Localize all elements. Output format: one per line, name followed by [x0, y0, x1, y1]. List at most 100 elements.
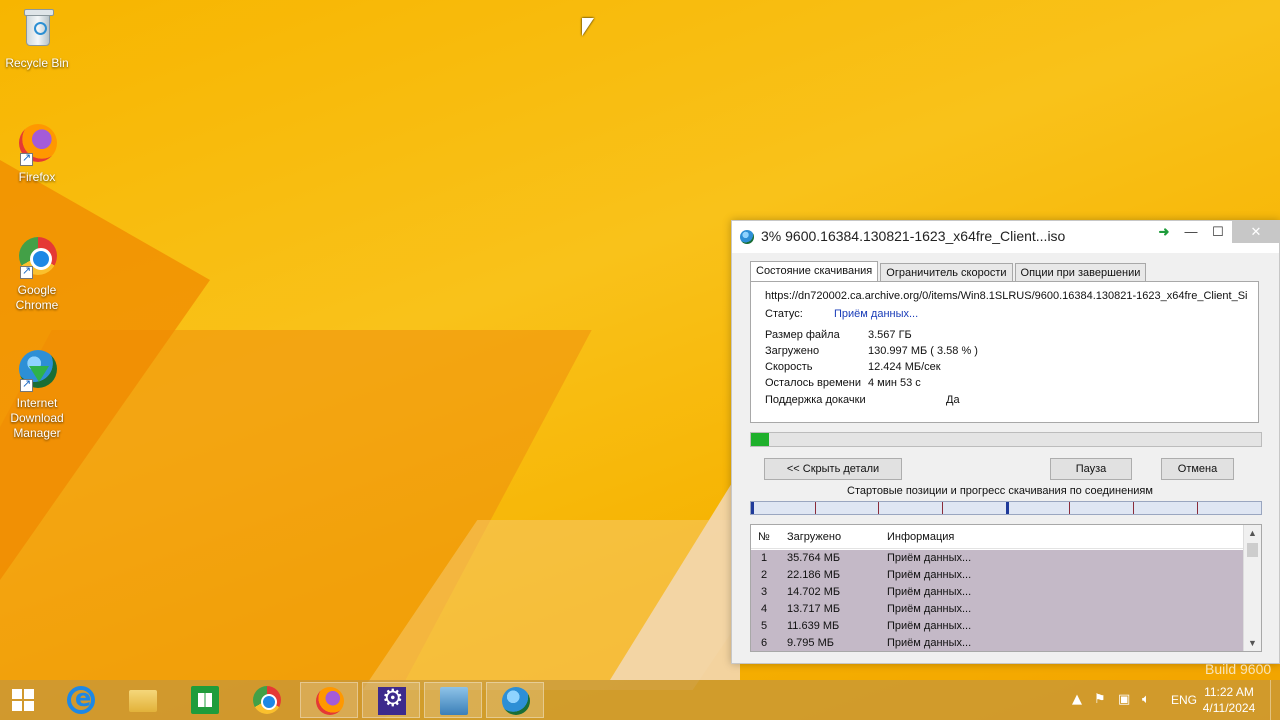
taskbar-firefox[interactable] [300, 682, 358, 718]
minimize-button[interactable]: — [1177, 221, 1205, 243]
idm-icon [14, 346, 60, 392]
connections-progress-bar [750, 501, 1262, 515]
status-label: Статус: [765, 308, 803, 320]
table-row[interactable]: 4 13.717 МБ Приём данных... [751, 601, 1243, 618]
progress-fill [751, 433, 770, 446]
firefox-icon [316, 687, 344, 715]
connection-start-mark [1197, 502, 1198, 514]
connection-start-mark [1069, 502, 1070, 514]
column-header-number[interactable]: № [758, 531, 770, 543]
column-header-info[interactable]: Информация [887, 531, 954, 543]
connection-progress-mark [751, 502, 754, 514]
status-value: Приём данных... [834, 308, 919, 320]
store-icon [191, 686, 219, 714]
connection-progress-mark [1006, 502, 1009, 514]
status-row: Статус: Приём данных... [765, 308, 918, 320]
recycle-bin-icon [14, 6, 60, 52]
clock[interactable]: 11:22 AM 4/11/2024 [1198, 684, 1260, 716]
settings-icon [378, 684, 406, 715]
column-header-downloaded[interactable]: Загружено [787, 531, 841, 543]
action-center-flag-icon[interactable]: ⚑ [1094, 692, 1106, 708]
cancel-button[interactable]: Отмена [1161, 458, 1234, 480]
detail-row-time-left: Осталось времени 4 мин 53 с [765, 377, 921, 389]
table-row[interactable]: 1 35.764 МБ Приём данных... [751, 550, 1243, 567]
tab-bar: Состояние скачивания Ограничитель скорос… [750, 261, 1148, 283]
tab-speed-limiter[interactable]: Ограничитель скорости [880, 263, 1013, 283]
shortcut-arrow-icon [20, 264, 33, 279]
network-icon[interactable]: ▣ [1118, 692, 1130, 708]
desktop-icon-label: Recycle Bin [5, 56, 69, 70]
taskbar-file-explorer[interactable] [114, 682, 172, 718]
wallpaper-shape [0, 330, 592, 720]
tab-download-status[interactable]: Состояние скачивания [750, 261, 879, 283]
detail-row-file-size: Размер файла 3.567 ГБ [765, 329, 912, 341]
idm-icon [740, 230, 754, 244]
show-desktop-button[interactable] [1270, 680, 1280, 720]
scroll-up-icon[interactable]: ▲ [1244, 525, 1261, 541]
window-titlebar[interactable]: 3% 9600.16384.130821-1623_x64fre_Client.… [732, 221, 1280, 253]
pause-button[interactable]: Пауза [1050, 458, 1132, 480]
desktop-icon-label: Firefox [18, 170, 56, 184]
hide-details-button[interactable]: << Скрыть детали [764, 458, 902, 480]
idm-icon [502, 687, 530, 715]
connections-list: № Загружено Информация 1 35.764 МБ Приём… [750, 524, 1262, 652]
start-button[interactable] [0, 680, 50, 720]
scroll-thumb[interactable] [1247, 543, 1258, 557]
shortcut-arrow-icon [20, 151, 33, 166]
control-panel-icon [440, 687, 468, 715]
desktop-icon-recycle-bin[interactable]: Recycle Bin [4, 6, 70, 71]
scroll-down-icon[interactable]: ▼ [1244, 635, 1261, 651]
taskbar-control-panel[interactable] [424, 682, 482, 718]
list-body: 1 35.764 МБ Приём данных... 2 22.186 МБ … [751, 550, 1243, 651]
taskbar: ▲ ⚑ ▣ 🔈︎ ENG 11:22 AM 4/11/2024 [0, 680, 1280, 720]
show-hidden-icons-icon[interactable]: ▲ [1072, 692, 1082, 708]
desktop-icon-firefox[interactable]: Firefox [4, 120, 70, 185]
taskbar-internet-explorer[interactable] [52, 682, 110, 718]
list-header: № Загружено Информация [751, 525, 1243, 549]
shortcut-arrow-icon [20, 377, 33, 392]
taskbar-settings[interactable] [362, 682, 420, 718]
download-progress-bar [750, 432, 1262, 447]
tab-completion-options[interactable]: Опции при завершении [1014, 263, 1147, 283]
detail-row-speed: Скорость 12.424 МБ/сек [765, 361, 941, 373]
download-url: https://dn720002.ca.archive.org/0/items/… [765, 290, 1248, 302]
close-button[interactable]: ✕ [1232, 221, 1280, 243]
table-row[interactable]: 5 11.639 МБ Приём данных... [751, 618, 1243, 635]
connection-start-mark [1133, 502, 1134, 514]
clock-time: 11:22 AM [1204, 685, 1254, 699]
input-language[interactable]: ENG [1171, 693, 1197, 709]
chrome-icon [253, 686, 281, 714]
table-row[interactable]: 6 9.795 МБ Приём данных... [751, 635, 1243, 651]
desktop-icon-idm[interactable]: Internet Download Manager [4, 346, 70, 441]
download-progress-window: 3% 9600.16384.130821-1623_x64fre_Client.… [731, 220, 1280, 664]
connection-start-mark [815, 502, 816, 514]
table-row[interactable]: 3 14.702 МБ Приём данных... [751, 584, 1243, 601]
desktop-icon-label: Google Chrome [15, 283, 59, 312]
firefox-icon [14, 120, 60, 166]
desktop-icon-label: Internet Download Manager [10, 396, 64, 440]
detail-row-resume-support: Поддержка докачки Да [765, 394, 960, 406]
send-to-tray-icon[interactable]: ➜ [1150, 221, 1178, 243]
taskbar-idm[interactable] [486, 682, 544, 718]
desktop-icon-google-chrome[interactable]: Google Chrome [4, 233, 70, 313]
wallpaper-shape [610, 470, 740, 680]
table-row[interactable]: 2 22.186 МБ Приём данных... [751, 567, 1243, 584]
maximize-button[interactable]: ☐ [1204, 221, 1232, 243]
build-watermark: Build 9600 [1205, 661, 1272, 677]
taskbar-chrome[interactable] [238, 682, 296, 718]
status-panel: https://dn720002.ca.archive.org/0/items/… [750, 281, 1259, 423]
connection-start-mark [942, 502, 943, 514]
mouse-cursor-icon [582, 18, 594, 36]
chrome-icon [14, 233, 60, 279]
connection-start-mark [878, 502, 879, 514]
clock-date: 4/11/2024 [1202, 701, 1256, 715]
file-explorer-icon [129, 690, 157, 712]
connections-label: Стартовые позиции и прогресс скачивания … [847, 485, 1153, 497]
list-scrollbar[interactable]: ▲ ▼ [1243, 525, 1261, 651]
windows-logo-icon [12, 689, 22, 699]
window-title: 3% 9600.16384.130821-1623_x64fre_Client.… [761, 228, 1066, 244]
ie-icon [67, 684, 95, 714]
detail-row-downloaded: Загружено 130.997 МБ ( 3.58 % ) [765, 345, 978, 357]
volume-muted-icon[interactable]: 🔈︎ [1142, 692, 1150, 708]
taskbar-store[interactable] [176, 682, 234, 718]
